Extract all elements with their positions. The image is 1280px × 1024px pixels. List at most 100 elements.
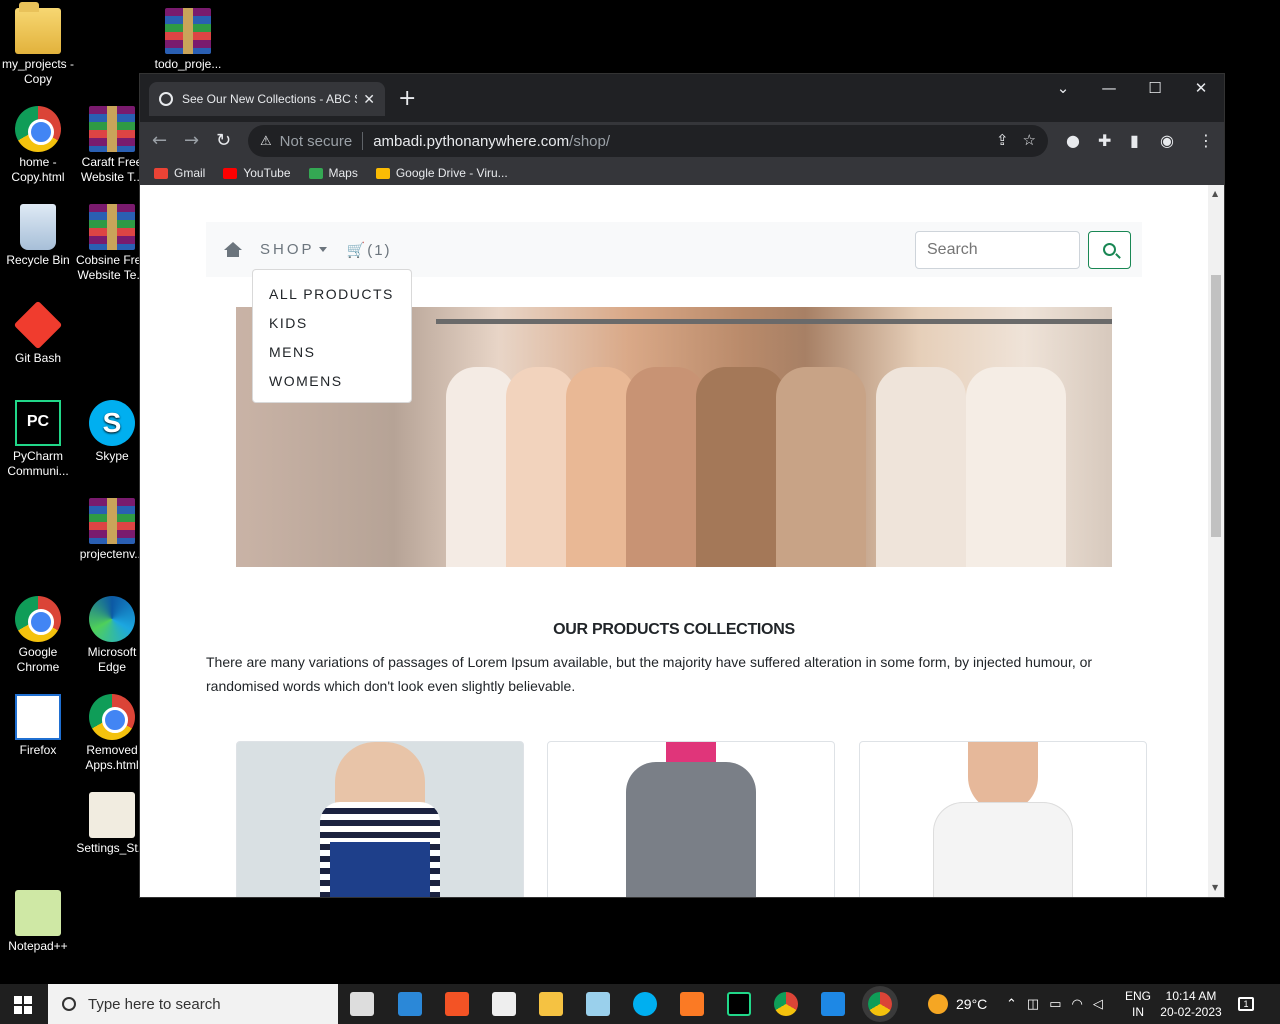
desktop-icon-firefox[interactable]: Firefox xyxy=(0,694,76,758)
bookmark-google-drive[interactable]: Google Drive - Viru... xyxy=(375,166,508,180)
scroll-down-icon[interactable]: ▼ xyxy=(1212,883,1218,892)
close-window-button[interactable]: ✕ xyxy=(1178,78,1224,98)
pycharm-icon[interactable] xyxy=(727,992,751,1016)
scrollbar-thumb[interactable] xyxy=(1211,275,1221,537)
taskbar-clock[interactable]: 10:14 AM 20-02-2023 xyxy=(1160,988,1222,1020)
tab-active[interactable]: See Our New Collections - ABC S ✕ xyxy=(149,82,385,116)
product-card[interactable] xyxy=(547,741,835,897)
desktop-icon-git-bash[interactable]: Git Bash xyxy=(0,300,76,366)
lang-line1: ENG xyxy=(1125,989,1152,1003)
winrar-archive-icon xyxy=(89,498,135,544)
volume-icon[interactable]: ◁ xyxy=(1093,996,1103,1012)
edge-icon xyxy=(89,596,135,642)
file-icon[interactable] xyxy=(492,992,516,1016)
back-button[interactable]: ← xyxy=(152,130,167,151)
desktop-icon-settings[interactable]: Settings_St... xyxy=(74,792,150,856)
taskbar-search[interactable]: Type here to search xyxy=(48,984,338,1024)
wifi-icon[interactable]: ◠ xyxy=(1072,996,1083,1012)
dropdown-item-mens[interactable]: MENS xyxy=(253,338,411,367)
desktop-icon-label: Skype xyxy=(95,449,129,463)
chrome-icon[interactable] xyxy=(774,992,798,1016)
desktop-icon-notepadpp[interactable]: Notepad++ xyxy=(0,890,76,954)
chrome-icon xyxy=(15,596,61,642)
desktop-icon-edge[interactable]: Microsoft Edge xyxy=(74,596,150,675)
chrome-active-icon[interactable] xyxy=(868,992,892,1016)
dropdown-item-kids[interactable]: KIDS xyxy=(253,309,411,338)
file-explorer-icon[interactable] xyxy=(539,992,563,1016)
bookmark-gmail[interactable]: Gmail xyxy=(154,166,205,180)
cart-link[interactable]: 🛒(1) xyxy=(347,241,392,259)
product-card[interactable] xyxy=(859,741,1147,897)
browser-toolbar: ← → ↻ ⚠ Not secure ambadi.pythonanywhere… xyxy=(140,122,1224,160)
desktop-icon-google-chrome[interactable]: Google Chrome xyxy=(0,596,76,675)
notepad-icon[interactable] xyxy=(586,992,610,1016)
minimize-button[interactable]: — xyxy=(1086,78,1132,98)
dropdown-item-womens[interactable]: WOMENS xyxy=(253,367,411,396)
search-input[interactable] xyxy=(915,231,1080,269)
warning-icon[interactable]: ⚠ xyxy=(260,133,272,149)
home-icon[interactable] xyxy=(224,241,242,258)
network-icon[interactable]: ◫ xyxy=(1027,996,1039,1012)
forward-button[interactable]: → xyxy=(184,130,199,151)
side-panel-icon[interactable]: ▮ xyxy=(1130,131,1139,150)
mail-icon[interactable] xyxy=(398,992,422,1016)
clothes-rail xyxy=(436,319,1112,324)
bookmark-star-icon[interactable]: ☆ xyxy=(1023,131,1036,149)
desktop-icon-label: my_projects - Copy xyxy=(1,57,75,86)
page-scrollbar[interactable]: ▲ ▼ xyxy=(1208,185,1224,897)
desktop-icon-pycharm[interactable]: PC PyCharm Communi... xyxy=(0,400,76,479)
git-bash-icon xyxy=(13,300,63,350)
reload-button[interactable]: ↻ xyxy=(216,130,231,151)
desktop-icon-recycle-bin[interactable]: Recycle Bin xyxy=(0,204,76,268)
language-indicator[interactable]: ENG IN xyxy=(1125,988,1151,1020)
chrome-icon xyxy=(89,694,135,740)
weather-widget[interactable]: 29°C xyxy=(928,984,987,1024)
windows-start-icon[interactable] xyxy=(14,996,32,1014)
store-icon[interactable] xyxy=(445,992,469,1016)
bookmark-maps[interactable]: Maps xyxy=(308,166,358,180)
desktop-icon-my-projects[interactable]: my_projects - Copy xyxy=(0,2,76,87)
security-status: Not secure xyxy=(279,132,353,150)
bookmark-youtube[interactable]: YouTube xyxy=(223,166,291,180)
youtube-icon xyxy=(223,167,238,179)
desktop-icon-projectenv[interactable]: projectenv... xyxy=(74,498,150,562)
notification-center-icon[interactable]: 1 xyxy=(1238,984,1254,1024)
shop-dropdown-toggle[interactable]: SHOP xyxy=(260,241,315,258)
bookmark-label: YouTube xyxy=(243,166,291,180)
maximize-button[interactable]: ☐ xyxy=(1132,78,1178,98)
profile-avatar-icon[interactable]: ◉ xyxy=(1160,131,1174,150)
system-tray: ⌃ ◫ ▭ ◠ ◁ xyxy=(1006,984,1103,1024)
battery-icon[interactable]: ▭ xyxy=(1049,996,1061,1012)
gmail-icon xyxy=(154,167,168,179)
app-icon[interactable] xyxy=(821,992,845,1016)
chevron-up-icon[interactable]: ⌃ xyxy=(1006,996,1017,1012)
tab-close-icon[interactable]: ✕ xyxy=(363,91,375,108)
task-view-icon[interactable] xyxy=(350,992,374,1016)
desktop-icon-caraft[interactable]: Caraft Free Website T... xyxy=(74,106,150,185)
search-button[interactable] xyxy=(1088,231,1131,269)
extensions-puzzle-icon[interactable]: ✚ xyxy=(1098,131,1111,150)
caret-down-icon[interactable] xyxy=(318,247,327,252)
xampp-icon[interactable] xyxy=(680,992,704,1016)
dropdown-item-all-products[interactable]: ALL PRODUCTS xyxy=(253,280,411,309)
desktop-icon-cobsine[interactable]: Cobsine Free Website Te... xyxy=(74,204,150,283)
desktop-icon-removed-apps[interactable]: Removed Apps.html xyxy=(74,694,150,773)
section-description: There are many variations of passages of… xyxy=(206,654,1093,694)
tab-search-button[interactable]: ⌄ xyxy=(1040,78,1086,98)
desktop-icon-skype[interactable]: S Skype xyxy=(74,400,150,464)
skype-icon[interactable] xyxy=(633,992,657,1016)
scroll-up-icon[interactable]: ▲ xyxy=(1212,189,1218,198)
desktop-icon-home-copy[interactable]: home - Copy.html xyxy=(0,106,76,185)
share-icon[interactable]: ⇪ xyxy=(996,131,1009,149)
desktop-icon-label: home - Copy.html xyxy=(11,155,65,184)
address-bar[interactable]: ⚠ Not secure ambadi.pythonanywhere.com /… xyxy=(248,125,1048,157)
menu-kebab-icon[interactable]: ⋮ xyxy=(1198,131,1214,150)
desktop-icon-todo-project[interactable]: todo_proje... xyxy=(150,8,226,72)
winrar-archive-icon xyxy=(165,8,211,54)
new-tab-button[interactable]: + xyxy=(398,86,416,111)
extension-cookie-icon[interactable]: ● xyxy=(1066,131,1080,150)
maps-icon xyxy=(308,167,323,179)
desktop-icon-label: Firefox xyxy=(19,743,57,757)
product-card[interactable] xyxy=(236,741,524,897)
desktop-icon-label: Removed Apps.html xyxy=(85,743,139,772)
